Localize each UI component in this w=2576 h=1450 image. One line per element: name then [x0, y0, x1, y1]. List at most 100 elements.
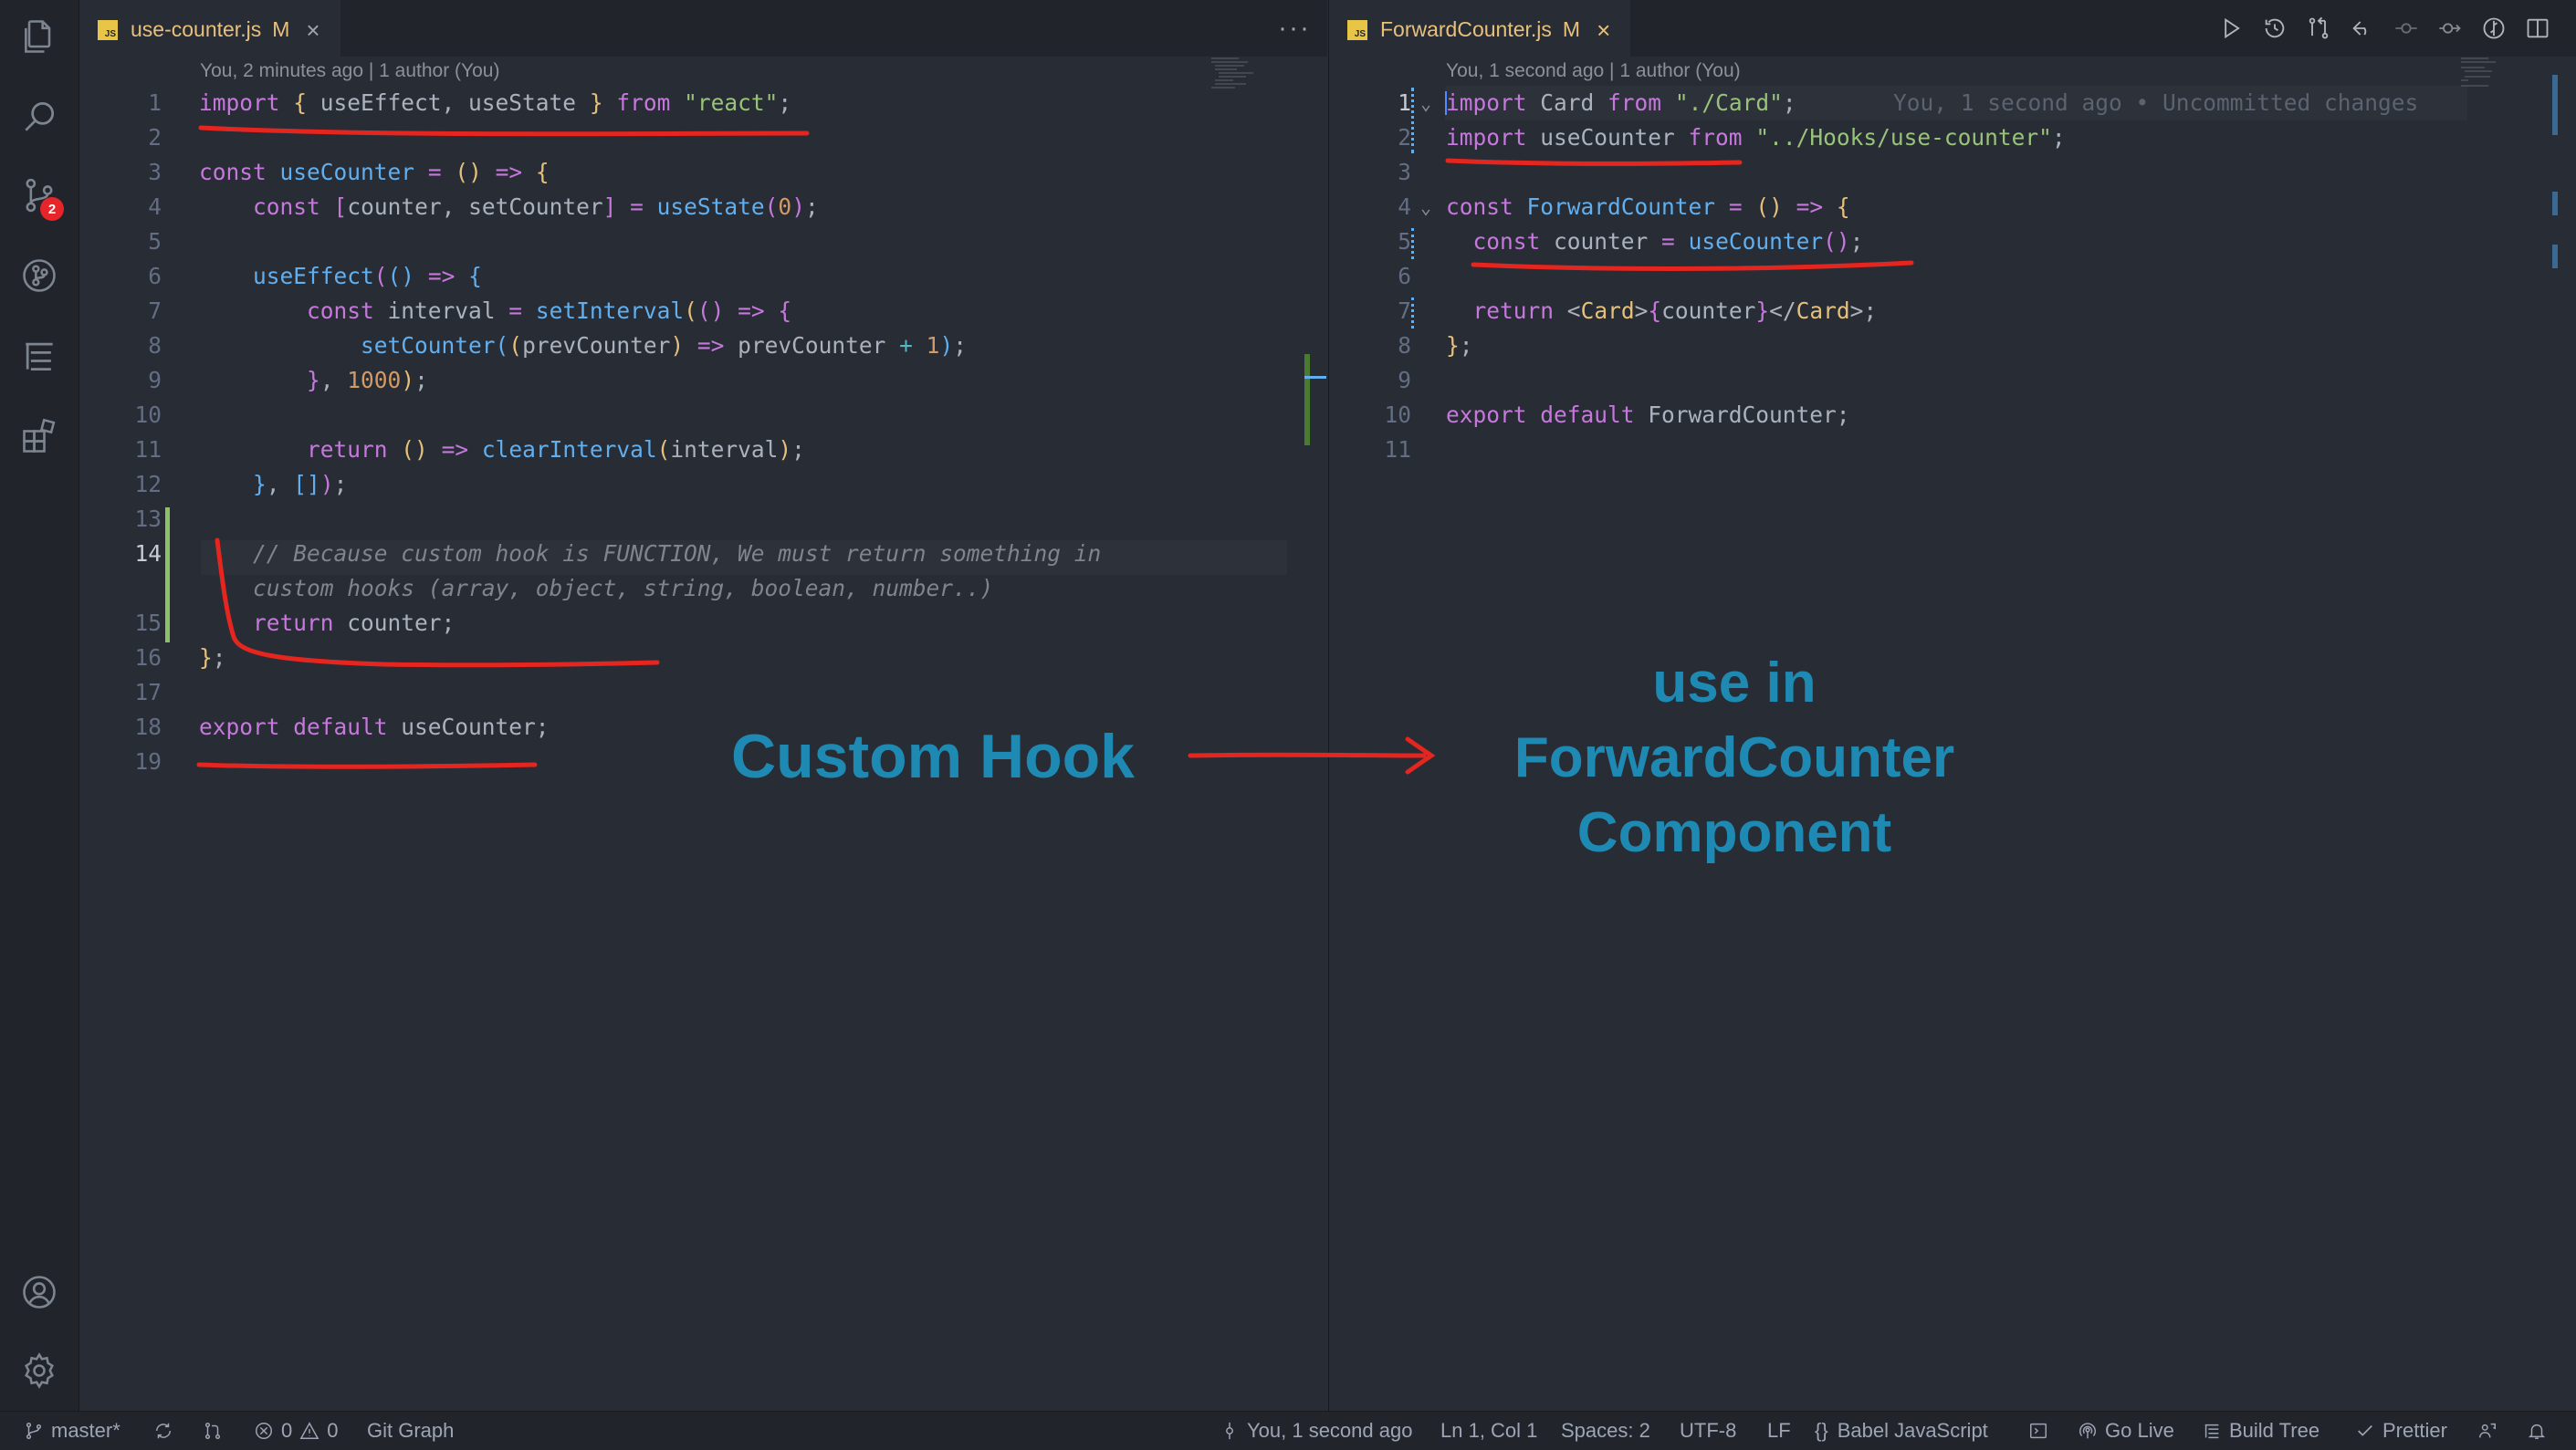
annotation-use-in-component: use in ForwardCounter Component [1433, 646, 2036, 871]
indentation[interactable]: Spaces: 2 [1561, 1412, 1650, 1450]
code-line[interactable]: 5 const counter = useCounter(); [1329, 224, 2576, 259]
next-change-icon[interactable] [2435, 13, 2466, 44]
text-cursor [1445, 91, 1447, 115]
code-text: }, 1000); [307, 367, 428, 393]
history-icon[interactable] [2259, 13, 2290, 44]
line-number: 12 [134, 471, 162, 497]
prettier-label: Prettier [2382, 1419, 2447, 1442]
fold-chevron-icon[interactable]: ⌄ [1420, 86, 1431, 120]
blame-status[interactable]: You, 1 second ago [1220, 1412, 1412, 1450]
cursor-position[interactable]: Ln 1, Col 1 [1440, 1412, 1537, 1450]
code-text: }, []); [253, 471, 348, 497]
git-graph-icon[interactable] [19, 256, 59, 296]
outline-tree-icon[interactable] [19, 336, 59, 376]
source-control-badge: 2 [40, 197, 64, 221]
code-line[interactable]: 9 }, 1000); [79, 363, 1327, 398]
code-line[interactable]: 15 return counter; [79, 606, 1327, 641]
fold-chevron-icon[interactable]: ⌄ [1420, 190, 1431, 224]
code-line[interactable]: 5 [79, 224, 1327, 259]
close-tab-icon[interactable]: × [306, 18, 319, 42]
line-number: 17 [134, 679, 162, 705]
tab-forward-counter[interactable]: JS ForwardCounter.js M × [1329, 0, 1631, 57]
sync-icon[interactable] [153, 1412, 181, 1450]
revert-icon[interactable] [2347, 13, 2378, 44]
editor-left: JS use-counter.js M × ··· You, 2 minutes… [79, 0, 1327, 1411]
code-line[interactable]: 6 useEffect(() => { [79, 259, 1327, 294]
build-tree-button[interactable]: Build Tree [2202, 1412, 2319, 1450]
code-line[interactable]: 3 const useCounter = () => { [79, 155, 1327, 190]
code-line[interactable]: 8 setCounter((prevCounter) => prevCounte… [79, 329, 1327, 363]
end-of-line[interactable]: LF [1767, 1412, 1791, 1450]
notifications-bell-icon[interactable] [2527, 1412, 2554, 1450]
code-line[interactable]: 10 export default ForwardCounter; [1329, 398, 2576, 433]
encoding[interactable]: UTF-8 [1680, 1412, 1736, 1450]
code-line[interactable]: 7 return <Card>{counter}</Card>; [1329, 294, 2576, 329]
code-line[interactable]: 11 [1329, 433, 2576, 467]
language-label: Babel JavaScript [1837, 1419, 1988, 1442]
pull-request-icon[interactable] [203, 1412, 230, 1450]
language-mode[interactable]: {} Babel JavaScript [1815, 1412, 1988, 1450]
tab-bar: JS use-counter.js M × ··· [79, 0, 1327, 57]
branch-name: master* [51, 1419, 120, 1442]
account-icon[interactable] [19, 1272, 59, 1312]
code-line[interactable]: 12 }, []); [79, 467, 1327, 502]
error-icon [256, 1423, 272, 1439]
code-line[interactable]: 6 [1329, 259, 2576, 294]
warning-icon [299, 1422, 319, 1439]
code-line[interactable]: 16}; [79, 641, 1327, 675]
go-live-button[interactable]: Go Live [2078, 1412, 2174, 1450]
search-icon[interactable] [19, 97, 59, 137]
code-text: setCounter((prevCounter) => prevCounter … [361, 332, 967, 359]
code-line[interactable]: 1 import Card from "./Card"; ⌄ You, 1 secon… [1329, 86, 2576, 120]
more-actions-icon[interactable]: ··· [1278, 13, 1311, 44]
close-tab-icon[interactable]: × [1597, 18, 1610, 42]
problems-indicator[interactable]: 0 0 [254, 1412, 339, 1450]
code-line[interactable]: custom hooks (array, object, string, boo… [79, 571, 1327, 606]
code-line[interactable]: 10 [79, 398, 1327, 433]
files-icon[interactable] [19, 16, 59, 57]
code-line[interactable]: 4 const [counter, setCounter] = useState… [79, 190, 1327, 224]
annotation-line: Component [1576, 801, 1892, 864]
terminal-icon[interactable] [2028, 1412, 2056, 1450]
compare-icon[interactable] [2303, 13, 2334, 44]
editor-toolbar [2215, 13, 2553, 44]
split-editor-icon[interactable] [2522, 13, 2553, 44]
code-line[interactable]: 4 const ForwardCounter = () => {⌄ [1329, 190, 2576, 224]
line-number: 5 [1398, 228, 1411, 255]
code-text: import { useEffect, useState } from "rea… [199, 89, 792, 116]
blame-codelens[interactable]: You, 1 second ago | 1 author (You) [1446, 60, 1741, 82]
code-text: // Because custom hook is FUNCTION, We m… [253, 540, 1102, 567]
code-line[interactable]: 17 [79, 675, 1327, 710]
line-number: 6 [148, 263, 162, 289]
code-line[interactable]: 8}; [1329, 329, 2576, 363]
code-line[interactable]: 9 [1329, 363, 2576, 398]
code-text: const ForwardCounter = () => { [1446, 193, 1850, 220]
line-number: 16 [134, 644, 162, 671]
code-line[interactable]: 13 [79, 502, 1327, 537]
prettier-button[interactable]: Prettier [2355, 1412, 2447, 1450]
code-line[interactable]: 2 import useCounter from "../Hooks/use-co… [1329, 120, 2576, 155]
run-icon[interactable] [2215, 13, 2246, 44]
tab-filename: use-counter.js [131, 17, 262, 41]
code-line[interactable]: 1 import { useEffect, useState } from "re… [79, 86, 1327, 120]
tab-use-counter[interactable]: JS use-counter.js M × [79, 0, 340, 57]
feedback-icon[interactable] [2477, 1412, 2505, 1450]
line-number: 8 [148, 332, 162, 359]
extensions-icon[interactable] [19, 416, 59, 456]
code-line[interactable]: 11 return () => clearInterval(interval); [79, 433, 1327, 467]
line-number: 8 [1398, 332, 1411, 359]
code-line[interactable]: 2 [79, 120, 1327, 155]
code-line[interactable]: 7 const interval = setInterval(() => { [79, 294, 1327, 329]
git-graph-button[interactable]: Git Graph [367, 1412, 454, 1450]
line-number: 4 [148, 193, 162, 220]
settings-gear-icon[interactable] [19, 1351, 59, 1391]
timeline-icon[interactable] [2478, 13, 2509, 44]
previous-change-icon[interactable] [2391, 13, 2422, 44]
code-line[interactable]: 3 [1329, 155, 2576, 190]
branch-indicator[interactable]: master* [24, 1412, 120, 1450]
braces-icon: {} [1815, 1419, 1828, 1442]
blame-codelens[interactable]: You, 2 minutes ago | 1 author (You) [200, 60, 499, 82]
code-text: const [counter, setCounter] = useState(0… [253, 193, 819, 220]
code-line[interactable]: 14 // Because custom hook is FUNCTION, W… [79, 537, 1327, 571]
line-number: 13 [134, 506, 162, 532]
